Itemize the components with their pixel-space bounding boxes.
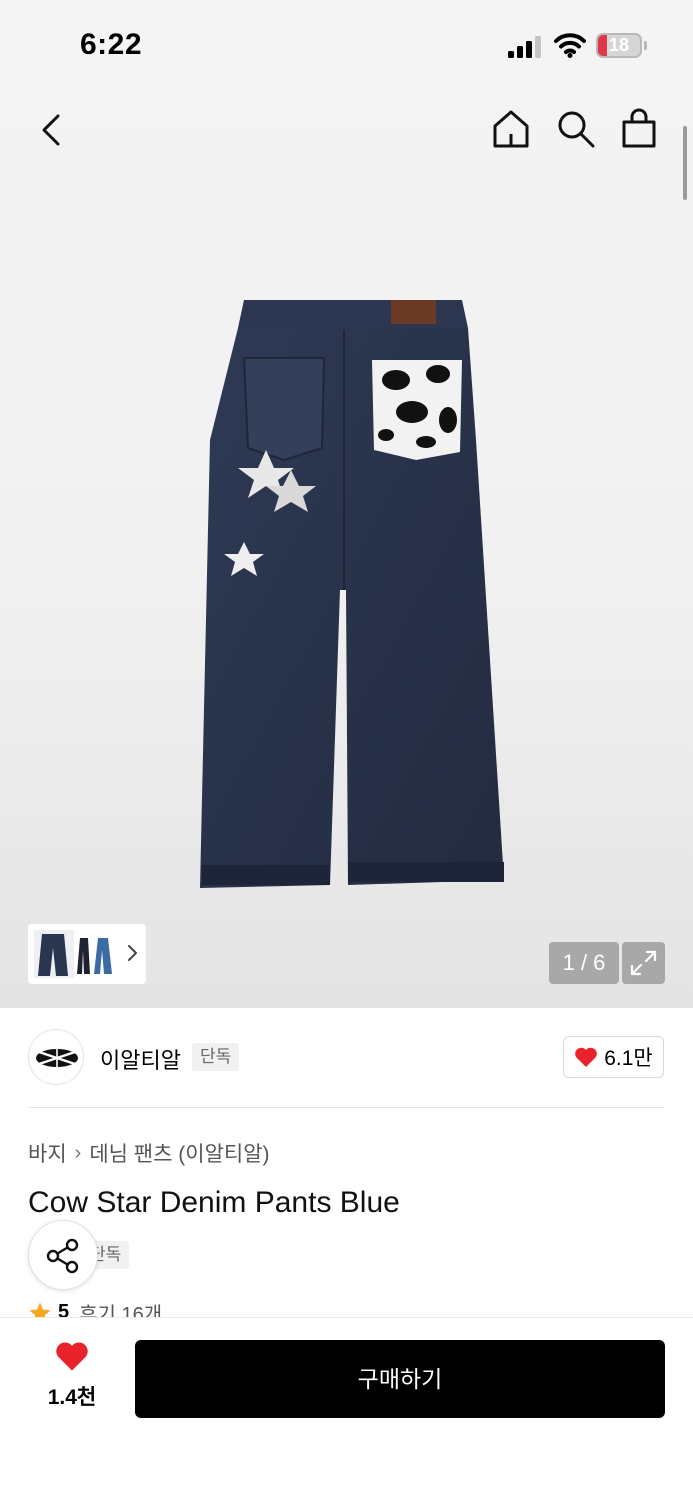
image-counter: 1 / 6 xyxy=(549,942,619,984)
expand-icon xyxy=(630,950,657,976)
exclusive-badge: 단독 xyxy=(192,1043,240,1071)
wishlist-count: 1.4천 xyxy=(47,1386,97,1409)
scroll-indicator[interactable] xyxy=(683,126,687,200)
breadcrumb: 바지 › 데님 팬츠 (이알티알) xyxy=(28,1138,270,1168)
wifi-icon xyxy=(554,33,586,58)
breadcrumb-item-category[interactable]: 바지 xyxy=(28,1138,67,1168)
share-icon xyxy=(46,1238,79,1274)
home-icon[interactable] xyxy=(490,108,532,150)
brand-logo[interactable] xyxy=(28,1029,84,1085)
chevron-left-icon[interactable] xyxy=(34,110,70,150)
cellular-signal-icon xyxy=(508,36,541,58)
thumbnail-images xyxy=(34,930,112,978)
product-gallery[interactable]: 6:22 18 1 / 6 xyxy=(0,0,693,1008)
expand-button[interactable] xyxy=(622,942,665,984)
section-divider xyxy=(28,1107,665,1108)
brand-like-count: 6.1만 xyxy=(604,1047,653,1070)
share-button[interactable] xyxy=(28,1220,98,1290)
status-bar: 6:22 18 xyxy=(0,0,693,92)
chevron-right-icon[interactable] xyxy=(126,942,138,964)
heart-icon xyxy=(56,1342,88,1371)
product-image-denim-pants[interactable] xyxy=(176,290,516,900)
shopping-bag-icon[interactable] xyxy=(618,106,660,150)
search-icon[interactable] xyxy=(555,108,597,150)
buy-button[interactable]: 구매하기 xyxy=(135,1340,665,1418)
status-time: 6:22 xyxy=(80,28,143,61)
battery-cap xyxy=(644,41,647,50)
brand-like-button[interactable]: 6.1만 xyxy=(563,1036,664,1078)
breadcrumb-item-subcategory[interactable]: 데님 팬츠 (이알티알) xyxy=(89,1138,269,1168)
breadcrumb-separator-icon: › xyxy=(74,1141,82,1164)
thumbnail-strip[interactable] xyxy=(28,924,146,984)
product-title: Cow Star Denim Pants Blue xyxy=(28,1186,400,1219)
brand-logo-mark xyxy=(36,1049,78,1067)
heart-icon xyxy=(575,1047,598,1067)
wishlist-button[interactable]: 1.4천 xyxy=(36,1340,108,1416)
battery-indicator: 18 xyxy=(596,33,642,58)
brand-name[interactable]: 이알티알 xyxy=(100,1043,181,1075)
battery-level: 18 xyxy=(608,35,630,55)
